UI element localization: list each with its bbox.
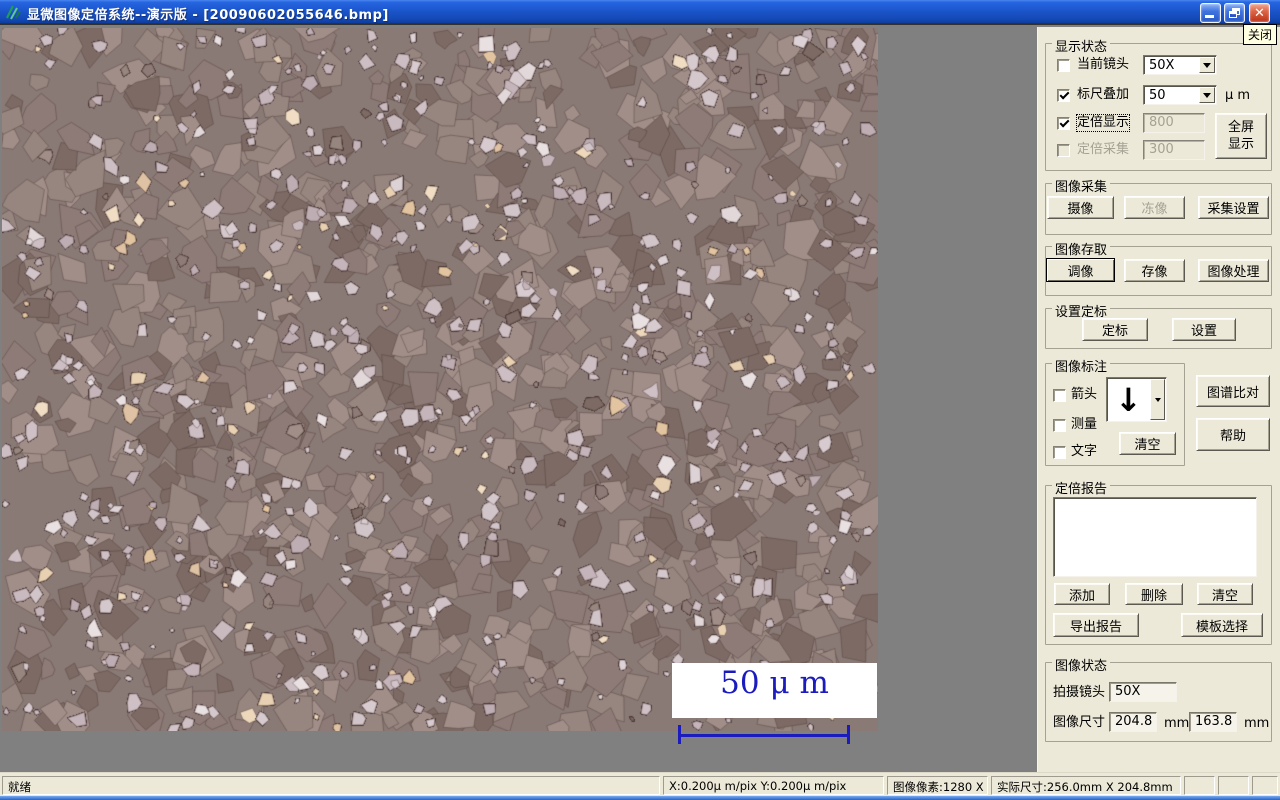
fixed-display-input: 800: [1143, 113, 1205, 133]
save-image-button[interactable]: 存像: [1124, 259, 1185, 282]
calibrate-button[interactable]: 定标: [1082, 318, 1148, 341]
current-lens-dropdown[interactable]: 50X: [1143, 55, 1217, 75]
lens-value-field[interactable]: 50X: [1109, 682, 1177, 702]
current-lens-value: 50X: [1149, 58, 1175, 73]
capture-settings-button[interactable]: 采集设置: [1198, 196, 1269, 219]
size-label: 图像尺寸: [1053, 715, 1106, 730]
status-resolution: X:0.200μ m/pix Y:0.200μ m/pix: [663, 776, 884, 795]
restore-button[interactable]: [1224, 3, 1245, 23]
width-field[interactable]: 204.8: [1109, 712, 1157, 732]
current-lens-label[interactable]: 当前镜头: [1077, 57, 1129, 73]
status-pixels: 图像像素:1280 X 1024: [887, 776, 988, 795]
window-title: 显微图像定倍系统--演示版 - [20090602055646.bmp]: [27, 8, 389, 23]
restore-icon: [1229, 8, 1240, 18]
height-unit-label: mm: [1244, 716, 1270, 731]
width-unit-label: mm: [1164, 716, 1190, 731]
fixed-capture-input: 300: [1143, 140, 1205, 160]
arrow-label[interactable]: 箭头: [1071, 387, 1097, 403]
fixed-capture-label: 定倍采集: [1077, 142, 1130, 157]
app-icon: [5, 4, 21, 20]
freeze-button: 冻像: [1124, 196, 1185, 219]
close-tooltip: 关闭: [1243, 24, 1278, 45]
fixed-display-label[interactable]: 定倍显示: [1075, 114, 1131, 132]
height-field[interactable]: 163.8: [1189, 712, 1237, 732]
status-empty-1: [1184, 776, 1215, 795]
export-report-button[interactable]: 导出报告: [1053, 613, 1139, 637]
bottom-edge: [0, 796, 1280, 800]
fullscreen-button[interactable]: 全屏显示: [1215, 113, 1267, 159]
image-process-button[interactable]: 图像处理: [1198, 259, 1269, 282]
text-label[interactable]: 文字: [1071, 444, 1097, 460]
down-arrow-icon: ↓: [1115, 381, 1142, 419]
arrow-checkbox[interactable]: [1053, 389, 1066, 402]
group-capture-title: 图像采集: [1052, 176, 1111, 195]
minimize-button[interactable]: [1200, 3, 1221, 23]
scale-overlay-dropdown[interactable]: 50: [1143, 85, 1217, 105]
group-annotation-title: 图像标注: [1052, 356, 1111, 375]
report-clear-button[interactable]: 清空: [1197, 583, 1253, 605]
close-button[interactable]: ✕: [1249, 3, 1270, 23]
close-icon: ✕: [1254, 5, 1265, 21]
minimize-icon: [1205, 15, 1214, 18]
status-ready: 就绪: [2, 776, 660, 795]
measure-checkbox[interactable]: [1053, 419, 1066, 432]
chevron-down-icon[interactable]: [1199, 57, 1215, 73]
micrograph-image: [2, 28, 878, 731]
group-display-status-title: 显示状态: [1052, 36, 1111, 55]
annotation-clear-button[interactable]: 清空: [1119, 432, 1176, 455]
report-add-button[interactable]: 添加: [1054, 583, 1110, 605]
current-lens-checkbox[interactable]: [1057, 59, 1070, 72]
chevron-down-icon[interactable]: [1150, 379, 1165, 420]
scale-tick-right: [847, 725, 850, 744]
app-window: 显微图像定倍系统--演示版 - [20090602055646.bmp] ✕ 关…: [0, 0, 1280, 800]
group-image-status-title: 图像状态: [1052, 655, 1111, 674]
micrograph-viewport: 50 μ m: [2, 28, 878, 744]
scale-bar-label: 50 μ m: [720, 665, 829, 701]
load-image-button[interactable]: 调像: [1046, 258, 1115, 282]
report-delete-button[interactable]: 删除: [1125, 583, 1183, 605]
setup-button[interactable]: 设置: [1172, 318, 1236, 341]
fixed-display-checkbox[interactable]: [1057, 117, 1070, 130]
group-report-title: 定倍报告: [1052, 478, 1111, 497]
group-storage-title: 图像存取: [1052, 239, 1111, 258]
help-button[interactable]: 帮助: [1196, 418, 1270, 451]
fullscreen-button-label: 全屏显示: [1227, 120, 1254, 152]
scale-overlay-label[interactable]: 标尺叠加: [1077, 87, 1129, 103]
status-empty-3: [1252, 776, 1278, 795]
fixed-capture-checkbox: [1057, 144, 1070, 157]
status-empty-2: [1218, 776, 1249, 795]
text-checkbox[interactable]: [1053, 446, 1066, 459]
template-select-button[interactable]: 模板选择: [1181, 613, 1263, 637]
scale-overlay-value: 50: [1149, 88, 1166, 103]
scale-tick-left: [678, 725, 681, 744]
arrow-style-dropdown[interactable]: ↓: [1106, 377, 1167, 422]
client-area: 50 μ m: [0, 27, 1037, 772]
atlas-compare-button[interactable]: 图谱比对: [1196, 375, 1270, 407]
chevron-down-icon[interactable]: [1199, 87, 1215, 103]
shoot-button[interactable]: 摄像: [1047, 196, 1114, 219]
status-actual-size: 实际尺寸:256.0mm X 204.8mm: [991, 776, 1181, 795]
measure-label[interactable]: 测量: [1071, 417, 1097, 433]
scale-bar: 50 μ m: [672, 663, 877, 718]
titlebar: 显微图像定倍系统--演示版 - [20090602055646.bmp] ✕: [0, 0, 1280, 25]
report-listbox[interactable]: [1053, 497, 1257, 577]
status-bar: 就绪 X:0.200μ m/pix Y:0.200μ m/pix 图像像素:12…: [0, 772, 1280, 796]
group-calibration: 设置 定标: [1045, 301, 1272, 349]
scale-unit-label: μ m: [1225, 88, 1251, 103]
scale-bar-line: [678, 725, 850, 744]
scale-overlay-checkbox[interactable]: [1057, 89, 1070, 102]
lens-label: 拍摄镜头: [1053, 685, 1106, 700]
